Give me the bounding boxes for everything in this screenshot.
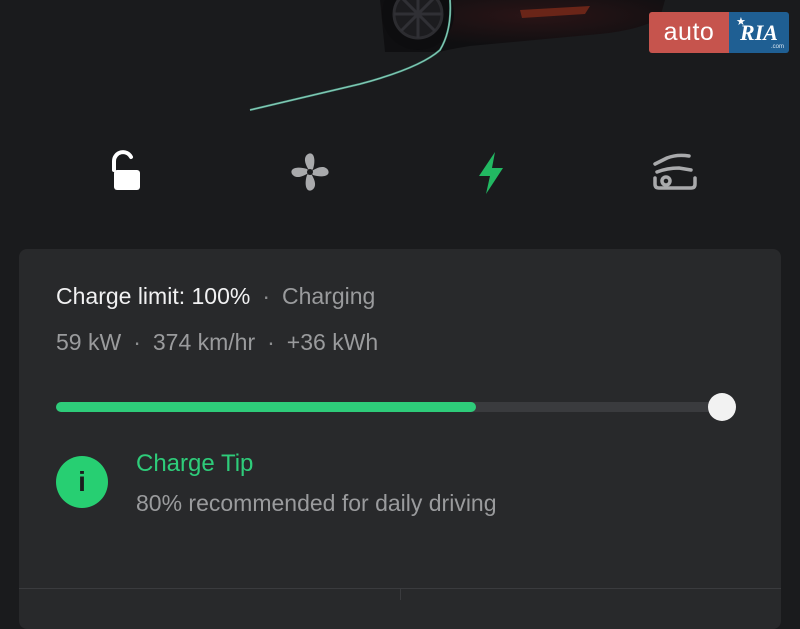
charge-limit-thumb[interactable] xyxy=(708,393,736,421)
charge-limit-slider[interactable] xyxy=(56,393,736,421)
charge-level-fill xyxy=(56,402,476,412)
divider xyxy=(400,588,401,600)
charge-summary: Charge limit: 100% · Charging xyxy=(56,283,375,310)
fan-icon xyxy=(291,153,329,191)
charge-power: 59 kW xyxy=(56,329,122,355)
charging-button[interactable] xyxy=(459,140,523,204)
watermark-auto-text: auto xyxy=(649,12,729,53)
charging-status: Charging xyxy=(281,283,376,309)
star-icon: ★ xyxy=(736,16,746,28)
charge-tip-title: Charge Tip xyxy=(136,450,254,477)
quick-controls xyxy=(0,140,800,204)
charge-rate: 374 km/hr xyxy=(152,329,256,355)
charging-card: Charge limit: 100% · Charging 59 kW · 374 km… xyxy=(19,249,781,629)
separator-dot: · xyxy=(267,329,275,355)
unlock-icon xyxy=(112,150,140,190)
separator-dot: · xyxy=(133,329,141,355)
separator-dot: · xyxy=(262,283,270,309)
watermark-ria-badge: ★ RIA .com xyxy=(729,12,789,53)
charge-stats: 59 kW · 374 km/hr · +36 kWh xyxy=(56,329,378,356)
car-hood-icon xyxy=(653,153,697,190)
bolt-icon xyxy=(479,152,503,194)
charge-limit-label: Charge limit: 100% xyxy=(56,283,251,309)
autoria-watermark: auto ★ RIA .com xyxy=(649,12,789,53)
lock-button[interactable] xyxy=(92,140,156,204)
charge-tip-text: 80% recommended for daily driving xyxy=(136,490,497,516)
climate-button[interactable] xyxy=(278,140,342,204)
info-icon: i xyxy=(56,456,108,508)
frunk-button[interactable] xyxy=(641,140,705,204)
watermark-domain: .com xyxy=(770,44,784,50)
charge-energy-added: +36 kWh xyxy=(286,329,379,355)
